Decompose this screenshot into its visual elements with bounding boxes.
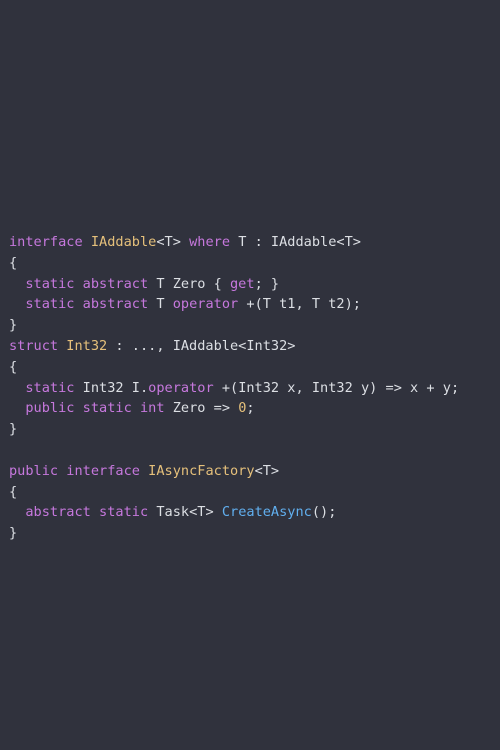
code-token: int <box>139 400 165 417</box>
code-token: { <box>9 483 18 500</box>
code-token: } <box>9 421 18 438</box>
code-line: } <box>9 315 459 336</box>
code-token: Int32 <box>66 337 108 354</box>
code-token: <T> <box>156 234 190 250</box>
code-line: static abstract T Zero { get; } <box>9 274 459 295</box>
code-token: T Zero { <box>148 275 230 292</box>
code-token: static <box>82 400 132 417</box>
code-token: public <box>9 462 59 479</box>
code-token: Int32 I. <box>74 379 149 396</box>
code-token: IAsyncFactory <box>148 462 255 479</box>
code-token: +(T t1, T t2); <box>238 296 361 313</box>
code-token: operator <box>148 379 214 396</box>
code-token: Zero => <box>164 400 239 417</box>
code-token: { <box>9 254 18 271</box>
code-line: static Int32 I.operator +(Int32 x, Int32… <box>9 378 459 399</box>
code-token: T <box>148 296 173 313</box>
code-line: abstract static Task<T> CreateAsync(); <box>9 502 459 523</box>
code-token: abstract <box>82 275 149 292</box>
code-token: static <box>25 379 75 396</box>
code-token: static <box>99 504 149 521</box>
code-token: IAddable <box>90 234 157 250</box>
code-token: CreateAsync <box>221 504 312 521</box>
code-line: interface IAddable<T> where T : IAddable… <box>9 232 459 253</box>
code-token: } <box>9 317 18 334</box>
code-token: +(Int32 x, Int32 y) => x + y; <box>213 379 460 396</box>
code-token: struct <box>9 337 59 354</box>
code-line: { <box>9 357 459 378</box>
code-token: interface <box>9 234 83 250</box>
code-view: interface IAddable<T> where T : IAddable… <box>9 232 459 544</box>
code-token: abstract <box>82 296 149 313</box>
code-token: interface <box>66 462 140 479</box>
code-token: where <box>189 234 231 250</box>
code-token: Task<T> <box>148 504 222 521</box>
code-line: } <box>9 523 459 544</box>
code-token: (); <box>311 504 337 521</box>
code-line: struct Int32 : ..., IAddable<Int32> <box>9 336 459 357</box>
code-token: : ..., IAddable<Int32> <box>107 337 296 354</box>
code-token: } <box>9 525 18 542</box>
code-token: { <box>9 358 18 375</box>
code-token: get <box>230 275 255 292</box>
code-token: static <box>25 275 75 292</box>
code-token: abstract <box>25 504 91 521</box>
code-line: static abstract T operator +(T t1, T t2)… <box>9 294 459 315</box>
code-line: { <box>9 482 459 503</box>
code-token: T : IAddable<T> <box>230 234 361 250</box>
code-token: ; } <box>254 275 280 292</box>
code-token: operator <box>172 296 239 313</box>
code-line: public interface IAsyncFactory<T> <box>9 461 459 482</box>
code-line: } <box>9 419 459 440</box>
code-token: <T> <box>254 462 280 479</box>
code-token: public <box>25 400 75 417</box>
code-line: { <box>9 253 459 274</box>
code-line: public static int Zero => 0; <box>9 398 459 419</box>
code-token: static <box>25 296 75 313</box>
code-token: ; <box>246 400 255 417</box>
